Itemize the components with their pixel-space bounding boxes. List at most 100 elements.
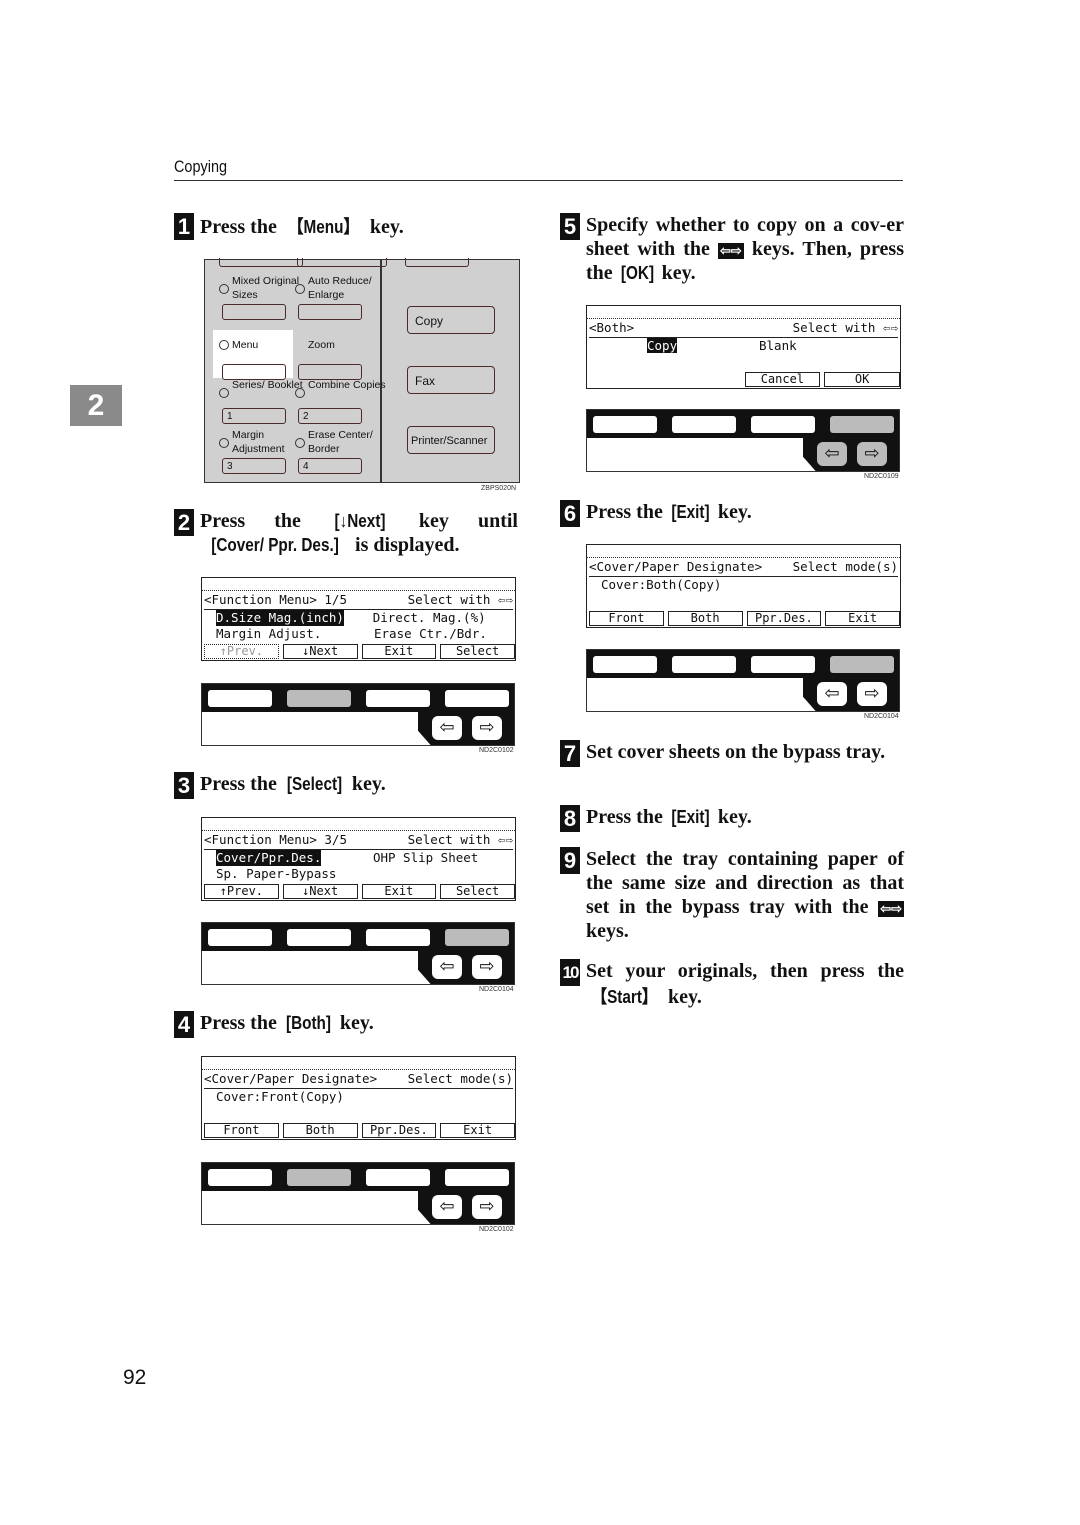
lcd-item[interactable]: Cover:Front(Copy) bbox=[216, 1089, 374, 1105]
selection-key-3[interactable] bbox=[366, 690, 430, 707]
right-arrow-key-icon[interactable]: ⇨ bbox=[472, 955, 502, 979]
softkey-both[interactable]: Both bbox=[282, 1123, 358, 1138]
lcd-item[interactable]: Margin Adjust. bbox=[216, 626, 374, 642]
softkey-next[interactable]: ↓Next bbox=[282, 644, 358, 659]
softkey-exit[interactable]: Exit bbox=[361, 644, 437, 659]
lcd-body: Cover:Both(Copy) bbox=[601, 577, 896, 593]
selection-key-3[interactable] bbox=[366, 929, 430, 946]
right-arrow-key-icon[interactable]: ⇨ bbox=[472, 716, 502, 740]
selection-key-2[interactable] bbox=[287, 690, 351, 707]
text-segment: key. bbox=[656, 262, 696, 284]
selection-key-2[interactable] bbox=[672, 416, 736, 433]
lcd-softkeys: Front Both Ppr.Des. Exit bbox=[204, 1123, 515, 1138]
softkey-pprdes[interactable]: Ppr.Des. bbox=[361, 1123, 437, 1138]
softkey-exit[interactable]: Exit bbox=[825, 611, 900, 626]
figure-code: ND2C0104 bbox=[864, 713, 899, 720]
selection-key-1[interactable] bbox=[208, 690, 272, 707]
lcd-item-selected[interactable]: Cover/Ppr.Des. bbox=[216, 850, 322, 866]
softkey-exit[interactable]: Exit bbox=[440, 1123, 515, 1138]
softkey-front[interactable]: Front bbox=[589, 611, 664, 626]
indicator-led-icon bbox=[219, 340, 229, 350]
left-arrow-key-icon[interactable]: ⇦ bbox=[432, 955, 462, 979]
lcd-item[interactable]: Sp. Paper-Bypass bbox=[216, 866, 374, 882]
lcd-item[interactable]: Cover:Both(Copy) bbox=[601, 577, 759, 593]
lcd-instruction: Select with ⇦⇨ bbox=[407, 592, 513, 607]
indicator-led-icon bbox=[219, 438, 229, 448]
lcd-item[interactable]: Erase Ctr./Bdr. bbox=[374, 626, 487, 642]
softkey-ok[interactable]: OK bbox=[824, 372, 900, 387]
lcd-item[interactable]: Direct. Mag.(%) bbox=[373, 610, 486, 626]
selection-key-4[interactable] bbox=[445, 690, 509, 707]
panel-key[interactable]: 3 bbox=[222, 458, 286, 474]
softkey-front[interactable]: Front bbox=[204, 1123, 279, 1138]
selection-key-2[interactable] bbox=[672, 656, 736, 673]
indicator-led-icon bbox=[219, 284, 229, 294]
softkey-cancel[interactable]: Cancel bbox=[744, 372, 821, 387]
lcd-softkeys: ↑Prev. ↓Next Exit Select bbox=[204, 644, 515, 659]
selection-key-3[interactable] bbox=[751, 656, 815, 673]
right-arrow-key-icon[interactable]: ⇨ bbox=[472, 1195, 502, 1219]
softkey-select[interactable]: Select bbox=[440, 644, 515, 659]
selection-key-4[interactable] bbox=[830, 656, 894, 673]
panel-key[interactable]: 2 bbox=[298, 408, 362, 424]
lcd-item[interactable]: Copy bbox=[601, 338, 759, 354]
dotted-rule bbox=[202, 590, 515, 591]
step-3: 3 Press the [Select] key. bbox=[174, 772, 518, 799]
lcd-display-step-6: <Cover/Paper Designate> Select mode(s) Cov… bbox=[586, 544, 901, 628]
panel-key[interactable]: 4 bbox=[298, 458, 362, 474]
text-segment: is displayed. bbox=[350, 534, 460, 556]
step-number: 6 bbox=[560, 500, 580, 527]
mode-key-copy[interactable]: Copy bbox=[407, 306, 495, 334]
step-number: 1 bbox=[174, 213, 194, 240]
selection-key-1[interactable] bbox=[593, 416, 657, 433]
text-segment: key. bbox=[663, 986, 702, 1008]
lcd-row: D.Size Mag.(inch) Direct. Mag.(%) bbox=[216, 610, 511, 626]
step-number: 5 bbox=[560, 213, 580, 240]
selection-key-3[interactable] bbox=[751, 416, 815, 433]
selection-key-2[interactable] bbox=[287, 929, 351, 946]
section-header: Copying bbox=[174, 157, 228, 176]
selection-key-1[interactable] bbox=[208, 1169, 272, 1186]
step-number: 9 bbox=[560, 847, 580, 874]
selection-key-1[interactable] bbox=[208, 929, 272, 946]
panel-key[interactable] bbox=[222, 304, 286, 320]
lcd-item-selected[interactable]: D.Size Mag.(inch) bbox=[216, 610, 344, 626]
softkey-prev[interactable]: ↑Prev. bbox=[204, 884, 279, 899]
lcd-header: <Cover/Paper Designate> Select mode(s) bbox=[204, 1071, 513, 1089]
softkey-prev[interactable]: ↑Prev. bbox=[204, 644, 279, 659]
text-segment: Press the bbox=[200, 216, 282, 238]
softkey-exit[interactable]: Exit bbox=[361, 884, 437, 899]
selection-key-4[interactable] bbox=[830, 416, 894, 433]
selection-key-3[interactable] bbox=[366, 1169, 430, 1186]
selection-key-2[interactable] bbox=[287, 1169, 351, 1186]
right-arrow-key-icon[interactable]: ⇨ bbox=[857, 682, 887, 706]
lcd-title: <Cover/Paper Designate> bbox=[204, 1071, 378, 1086]
softkey-select[interactable]: Select bbox=[440, 884, 515, 899]
softkey-pprdes[interactable]: Ppr.Des. bbox=[746, 611, 822, 626]
left-arrow-key-icon[interactable]: ⇦ bbox=[432, 716, 462, 740]
mode-key-fax[interactable]: Fax bbox=[407, 366, 495, 394]
selection-key-1[interactable] bbox=[593, 656, 657, 673]
panel-key[interactable] bbox=[298, 304, 362, 320]
mode-key-printer-scanner[interactable]: Printer/Scanner bbox=[407, 426, 495, 454]
lcd-item[interactable]: Blank bbox=[759, 338, 797, 354]
arrow-keys-icon: ⇦⇨ bbox=[718, 243, 744, 259]
figure-code: ZBPS020N bbox=[481, 485, 517, 492]
step-1: 1 Press the 【Menu】 key. bbox=[174, 213, 518, 240]
lcd-body: Cover:Front(Copy) bbox=[216, 1089, 511, 1105]
selection-key-4[interactable] bbox=[445, 929, 509, 946]
lcd-item[interactable]: OHP Slip Sheet bbox=[373, 850, 478, 866]
text-segment: keys. bbox=[586, 920, 629, 942]
left-arrow-key-icon[interactable]: ⇦ bbox=[432, 1195, 462, 1219]
left-arrow-key-icon[interactable]: ⇦ bbox=[817, 442, 847, 466]
indicator-led-icon bbox=[295, 284, 305, 294]
left-arrow-key-icon[interactable]: ⇦ bbox=[817, 682, 847, 706]
text-segment: Press the bbox=[200, 510, 330, 532]
softkey-both[interactable]: Both bbox=[667, 611, 743, 626]
right-arrow-key-icon[interactable]: ⇨ bbox=[857, 442, 887, 466]
selection-key-4[interactable] bbox=[445, 1169, 509, 1186]
lcd-title: <Function Menu> 3/5 bbox=[204, 832, 347, 847]
softkey-next[interactable]: ↓Next bbox=[282, 884, 358, 899]
lcd-body: D.Size Mag.(inch) Direct. Mag.(%) Margin A… bbox=[216, 610, 511, 642]
panel-key[interactable]: 1 bbox=[222, 408, 286, 424]
